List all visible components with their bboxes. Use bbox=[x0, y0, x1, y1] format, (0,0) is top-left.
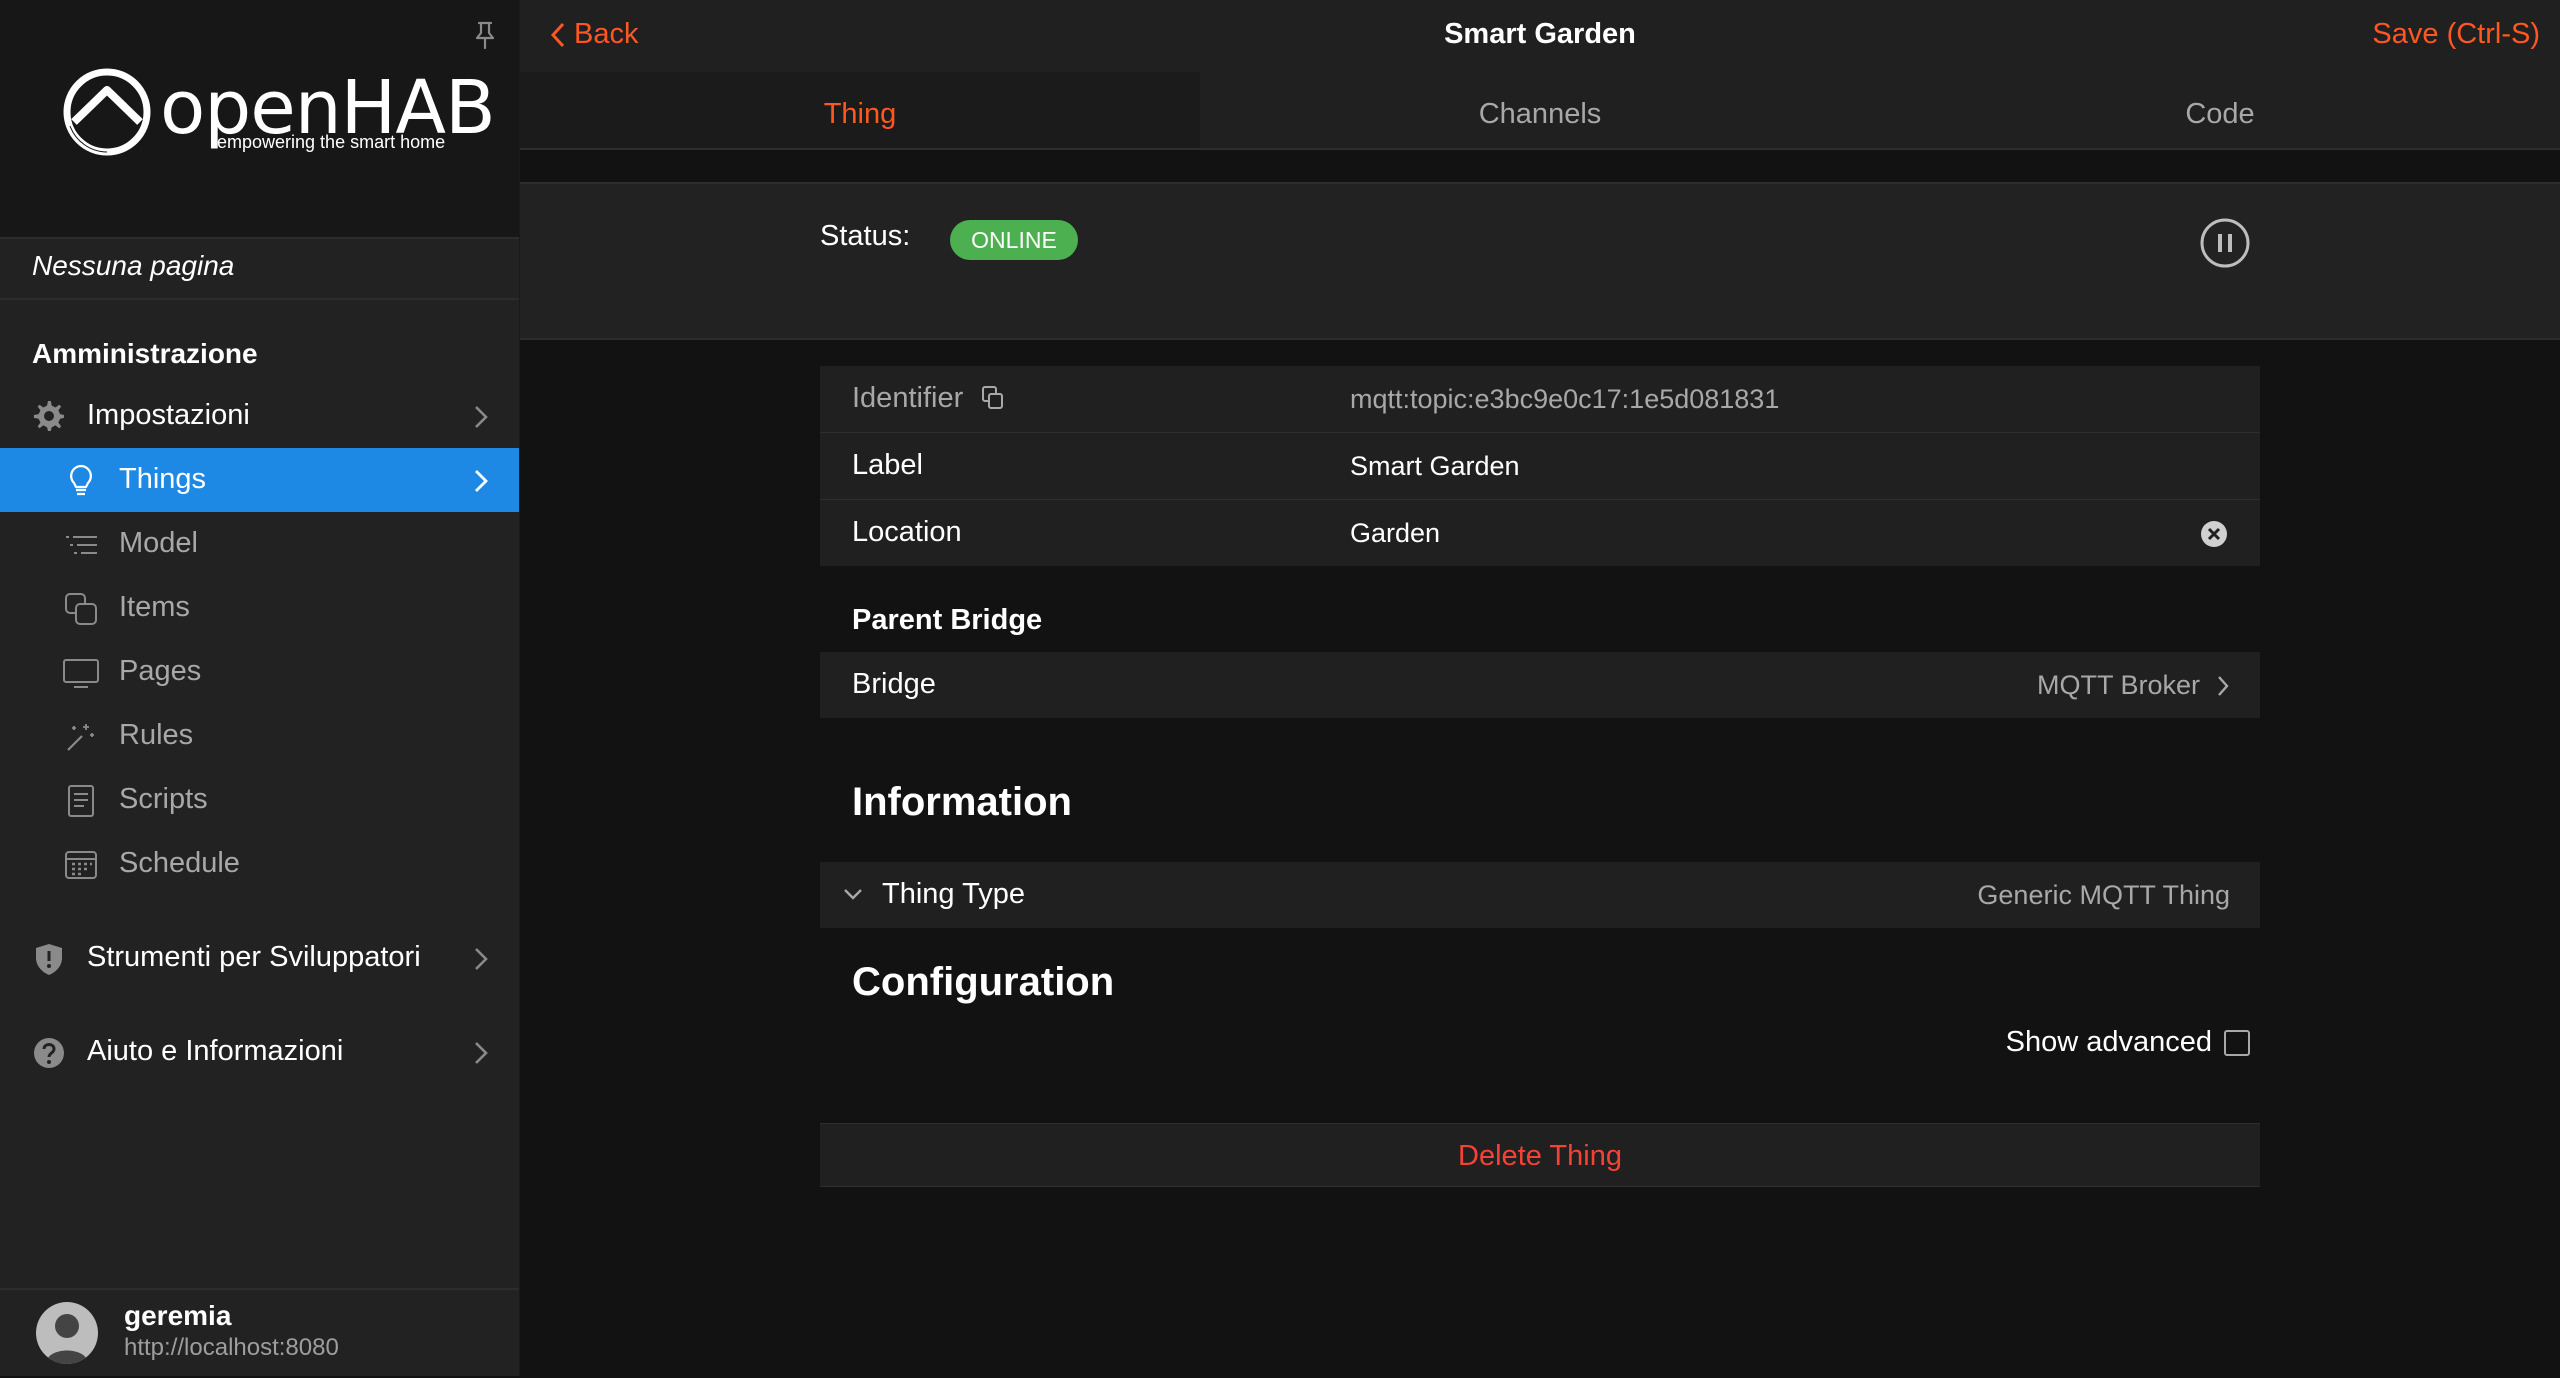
show-advanced-toggle[interactable]: Show advanced bbox=[2006, 1026, 2250, 1059]
properties-list: Identifier mqtt:topic:e3bc9e0c17:1e5d081… bbox=[820, 366, 2260, 566]
chevron-right-icon bbox=[2218, 675, 2229, 696]
bridge-row[interactable]: Bridge MQTT Broker bbox=[820, 652, 2260, 718]
tab-channels[interactable]: Channels bbox=[1200, 72, 1880, 148]
status-bar: Status: ONLINE bbox=[520, 182, 2560, 340]
lightbulb-icon bbox=[70, 464, 92, 496]
divider bbox=[0, 298, 519, 300]
save-button[interactable]: Save (Ctrl-S) bbox=[2372, 18, 2540, 51]
tab-thing[interactable]: Thing bbox=[520, 72, 1200, 148]
sidebar: openHAB empowering the smart home Nessun… bbox=[0, 0, 520, 1376]
section-title: Amministrazione bbox=[32, 338, 258, 369]
pin-icon[interactable] bbox=[472, 20, 498, 50]
status-label: Status: bbox=[820, 220, 911, 252]
sidebar-item-model[interactable]: Model bbox=[0, 512, 519, 576]
bridge-value: MQTT Broker bbox=[2036, 670, 2200, 700]
sidebar-item-pages[interactable]: Pages bbox=[0, 640, 519, 704]
sidebar-item-schedule[interactable]: Schedule bbox=[0, 832, 519, 896]
sidebar-item-label: Schedule bbox=[119, 847, 240, 879]
sidebar-item-rules[interactable]: Rules bbox=[0, 704, 519, 768]
sidebar-item-label: Rules bbox=[119, 719, 194, 751]
openhab-logo: openHAB empowering the smart home bbox=[62, 66, 496, 163]
sidebar-item-label: Scripts bbox=[119, 783, 208, 815]
openhab-logo-icon bbox=[63, 68, 151, 156]
thing-type-label: Thing Type bbox=[882, 878, 1025, 910]
sidebar-item-developer-tools[interactable]: Strumenti per Sviluppatori bbox=[0, 926, 519, 990]
show-advanced-label: Show advanced bbox=[2005, 1026, 2212, 1058]
sidebar-item-label: Items bbox=[119, 591, 190, 623]
main-content: Back Smart Garden Save (Ctrl-S) Thing Ch… bbox=[520, 0, 2560, 1376]
status-badge: ONLINE bbox=[950, 220, 1078, 260]
avatar bbox=[36, 1302, 98, 1364]
location-row[interactable]: Location Garden bbox=[820, 500, 2260, 566]
information-title: Information bbox=[852, 780, 1072, 824]
sidebar-item-label: Aiuto e Informazioni bbox=[87, 1035, 344, 1067]
sidebar-item-impostazioni[interactable]: Impostazioni bbox=[0, 384, 519, 448]
copy-icon[interactable] bbox=[981, 385, 1005, 411]
identifier-row: Identifier mqtt:topic:e3bc9e0c17:1e5d081… bbox=[820, 366, 2260, 433]
label-input[interactable]: Smart Garden bbox=[1350, 451, 1520, 482]
user-panel[interactable]: geremia http://localhost:8080 bbox=[0, 1288, 519, 1378]
user-icon bbox=[46, 1314, 88, 1364]
user-name: geremia bbox=[124, 1300, 232, 1331]
sidebar-item-items[interactable]: Items bbox=[0, 576, 519, 640]
logo-tagline: empowering the smart home bbox=[217, 132, 446, 152]
thing-type-row[interactable]: Thing Type Generic MQTT Thing bbox=[820, 862, 2260, 928]
monitor-icon bbox=[63, 659, 99, 688]
chevron-right-icon bbox=[475, 948, 488, 970]
sidebar-item-help[interactable]: Aiuto e Informazioni bbox=[0, 1020, 519, 1084]
show-advanced-checkbox[interactable] bbox=[2224, 1029, 2250, 1056]
sidebar-item-label: Things bbox=[119, 463, 207, 495]
navbar: Back Smart Garden Save (Ctrl-S) bbox=[520, 0, 2560, 72]
bridge-list: Bridge MQTT Broker bbox=[820, 652, 2260, 718]
chevron-right-icon bbox=[475, 1042, 488, 1064]
gear-icon bbox=[33, 400, 64, 432]
list-icon bbox=[66, 536, 97, 554]
help-icon bbox=[34, 1038, 64, 1068]
magic-wand-icon bbox=[67, 724, 94, 751]
identifier-value: mqtt:topic:e3bc9e0c17:1e5d081831 bbox=[1350, 384, 1780, 414]
logo-area: openHAB empowering the smart home bbox=[0, 0, 519, 239]
page-title: Smart Garden bbox=[1444, 18, 1636, 50]
identifier-label: Identifier bbox=[852, 382, 1005, 415]
chevron-down-icon bbox=[844, 889, 862, 900]
label-label: Label bbox=[852, 449, 923, 481]
configuration-title: Configuration bbox=[852, 960, 1115, 1004]
tab-bar: Thing Channels Code bbox=[520, 72, 2560, 150]
sidebar-item-things[interactable]: Things bbox=[0, 448, 519, 512]
location-input[interactable]: Garden bbox=[1350, 518, 1440, 549]
thing-type-value: Generic MQTT Thing bbox=[1977, 880, 2230, 910]
sidebar-item-scripts[interactable]: Scripts bbox=[0, 768, 519, 832]
chevron-right-icon bbox=[475, 406, 488, 428]
document-icon bbox=[68, 785, 94, 817]
information-list: Thing Type Generic MQTT Thing bbox=[820, 862, 2260, 928]
parent-bridge-title: Parent Bridge bbox=[852, 604, 1043, 636]
calendar-icon bbox=[65, 851, 97, 879]
sidebar-item-label: Impostazioni bbox=[87, 399, 250, 431]
sidebar-item-label: Model bbox=[119, 527, 198, 559]
shield-icon bbox=[36, 944, 62, 975]
bridge-label: Bridge bbox=[852, 668, 936, 700]
chevron-right-icon bbox=[475, 470, 488, 492]
clear-icon[interactable] bbox=[2200, 520, 2228, 548]
delete-thing-button[interactable]: Delete Thing bbox=[820, 1123, 2260, 1187]
pause-icon[interactable] bbox=[2200, 218, 2250, 268]
server-url: http://localhost:8080 bbox=[124, 1334, 339, 1361]
sidebar-item-label: Pages bbox=[119, 655, 202, 687]
no-page-label[interactable]: Nessuna pagina bbox=[32, 250, 234, 282]
copy-icon bbox=[65, 593, 97, 625]
location-label: Location bbox=[852, 516, 962, 548]
label-row[interactable]: Label Smart Garden bbox=[820, 433, 2260, 500]
tab-code[interactable]: Code bbox=[1880, 72, 2560, 148]
sidebar-item-label: Strumenti per Sviluppatori bbox=[87, 941, 421, 973]
